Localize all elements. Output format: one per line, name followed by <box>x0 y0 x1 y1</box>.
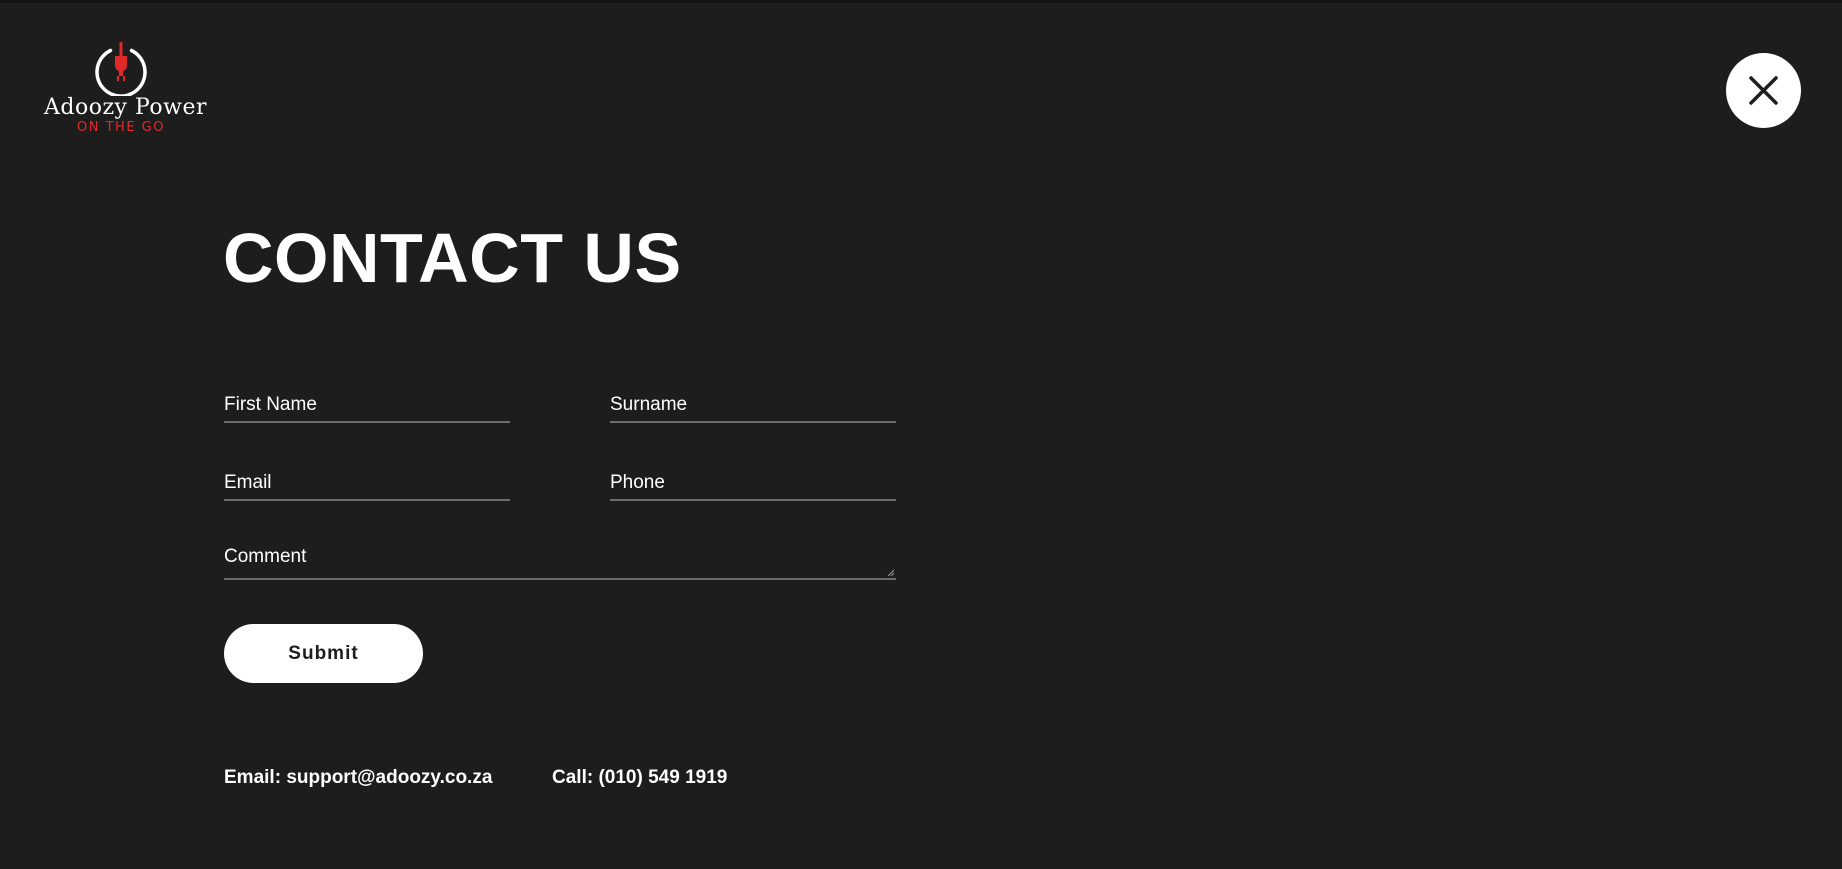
brand-name: Adoozy Power <box>44 95 207 120</box>
contact-email-prefix: Email: <box>224 767 287 788</box>
submit-button[interactable]: Submit <box>224 624 423 683</box>
first-name-input[interactable] <box>224 389 510 421</box>
first-name-field-wrapper <box>224 389 510 423</box>
phone-field-wrapper <box>610 467 896 501</box>
contact-email-link[interactable]: support@adoozy.co.za <box>286 767 492 788</box>
phone-input[interactable] <box>610 467 896 499</box>
comment-textarea[interactable] <box>224 540 896 578</box>
email-input[interactable] <box>224 467 510 499</box>
brand-tagline: ON THE GO <box>77 120 165 135</box>
power-plug-icon <box>95 42 147 96</box>
resize-grip-icon[interactable] <box>887 569 895 577</box>
close-icon <box>1749 76 1778 105</box>
contact-email: Email: support@adoozy.co.za <box>224 767 492 789</box>
comment-field-wrapper <box>224 540 896 580</box>
contact-phone-prefix: Call: <box>552 767 599 788</box>
contact-phone: Call: (010) 549 1919 <box>552 767 727 789</box>
top-strip <box>0 0 1842 3</box>
email-field-wrapper <box>224 467 510 501</box>
page-title: CONTACT US <box>223 219 682 297</box>
close-button[interactable] <box>1726 53 1801 128</box>
surname-input[interactable] <box>610 389 896 421</box>
surname-field-wrapper <box>610 389 896 423</box>
brand-logo[interactable]: Adoozy Power ON THE GO <box>44 40 207 140</box>
contact-phone-link[interactable]: (010) 549 1919 <box>598 767 727 788</box>
